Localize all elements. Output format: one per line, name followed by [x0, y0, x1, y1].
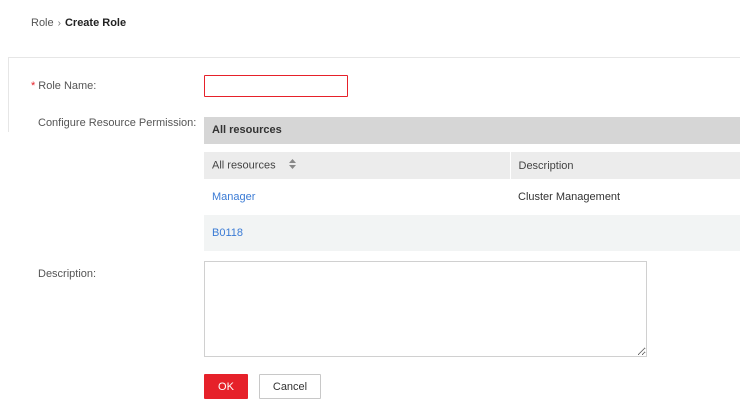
table-row: Manager Cluster Management — [204, 179, 740, 215]
role-name-label: * Role Name: — [31, 80, 96, 92]
role-name-label-text: Role Name: — [38, 80, 97, 92]
resource-description: Cluster Management — [518, 191, 621, 203]
resource-description — [510, 215, 740, 251]
required-marker: * — [31, 80, 36, 92]
breadcrumb-current: Create Role — [64, 17, 127, 29]
left-border — [8, 58, 9, 132]
resource-link-b0118[interactable]: B0118 — [212, 227, 243, 239]
resource-link-manager[interactable]: Manager — [212, 191, 255, 203]
all-resources-header: All resources — [204, 117, 740, 144]
column-header-description: Description — [509, 152, 740, 179]
description-label: Description: — [38, 268, 97, 280]
resource-table: All resources Description Manager Cluste… — [204, 152, 740, 251]
resource-table-header: All resources Description — [204, 152, 740, 179]
configure-resource-permission-label: Configure Resource Permission: — [38, 117, 197, 129]
ok-button[interactable]: OK — [204, 374, 248, 399]
breadcrumb: Role › Create Role — [31, 17, 126, 29]
cancel-button[interactable]: Cancel — [259, 374, 321, 399]
breadcrumb-separator: › — [57, 18, 61, 29]
breadcrumb-parent[interactable]: Role — [31, 17, 54, 29]
header-divider — [8, 57, 740, 58]
column-header-resources-label: All resources — [212, 159, 276, 172]
description-textarea[interactable] — [204, 261, 647, 357]
table-row: B0118 — [204, 215, 740, 251]
column-header-resources[interactable]: All resources — [204, 152, 510, 179]
sort-updown-icon[interactable] — [288, 159, 296, 172]
role-name-input[interactable] — [204, 75, 348, 97]
